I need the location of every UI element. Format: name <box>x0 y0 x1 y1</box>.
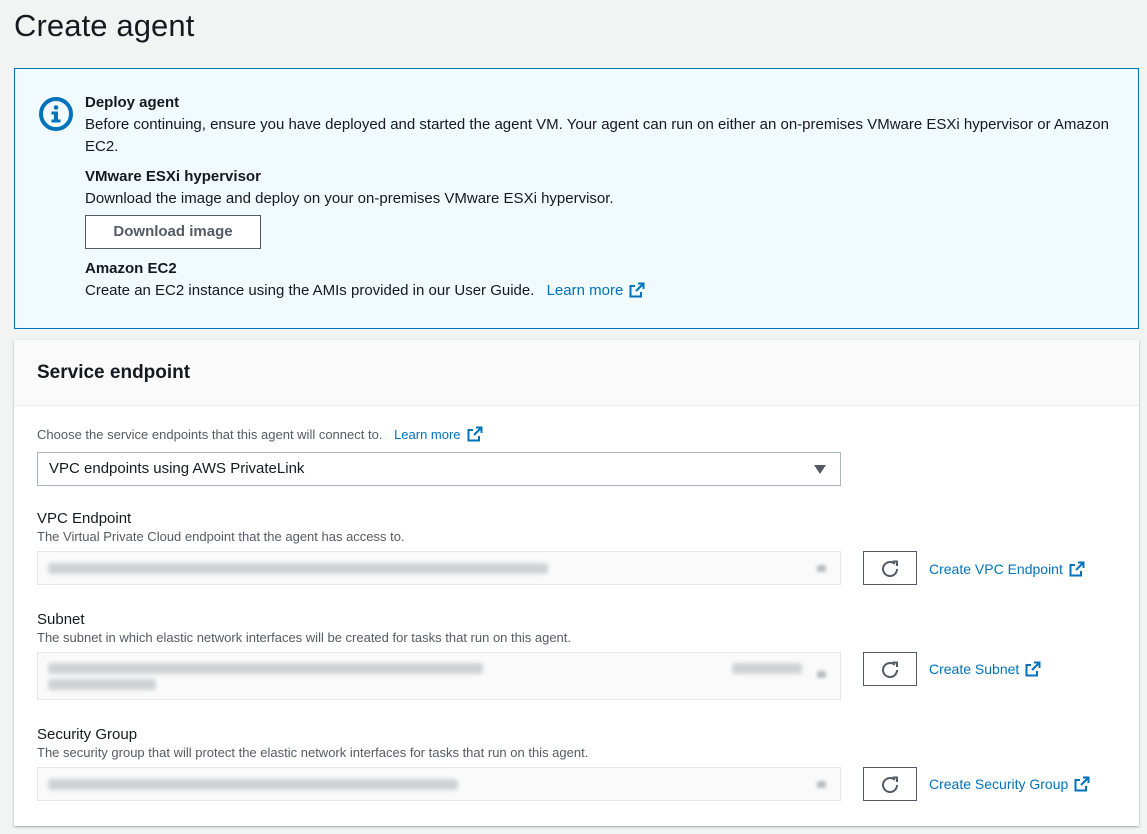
create-vpc-endpoint-label: Create VPC Endpoint <box>929 561 1063 577</box>
refresh-subnet-button[interactable] <box>863 652 917 686</box>
alert-text: Before continuing, ensure you have deplo… <box>85 116 1109 155</box>
ec2-learn-more-label: Learn more <box>546 282 624 299</box>
create-security-group-link[interactable]: Create Security Group <box>929 776 1090 795</box>
create-subnet-label: Create Subnet <box>929 661 1020 677</box>
subnet-description: The subnet in which elastic network inte… <box>37 630 571 645</box>
create-subnet-link[interactable]: Create Subnet <box>929 661 1041 680</box>
endpoint-learn-more-label: Learn more <box>394 427 461 442</box>
redacted-value <box>48 779 458 790</box>
service-endpoint-panel: Service endpoint Choose the service endp… <box>14 340 1139 826</box>
refresh-security-group-button[interactable] <box>863 767 917 801</box>
subnet-label: Subnet <box>37 611 85 628</box>
info-icon <box>38 96 74 132</box>
create-security-group-label: Create Security Group <box>929 776 1069 792</box>
redacted-value <box>48 663 483 674</box>
external-link-icon <box>1074 776 1090 795</box>
endpoint-hint-row: Choose the service endpoints that this a… <box>37 426 483 445</box>
service-endpoint-value: VPC endpoints using AWS PrivateLink <box>49 460 305 477</box>
redacted-value <box>732 663 802 674</box>
caret-down-icon <box>817 671 826 678</box>
subnet-select[interactable] <box>37 652 841 700</box>
endpoint-hint: Choose the service endpoints that this a… <box>37 427 383 442</box>
download-image-button[interactable]: Download image <box>85 215 261 249</box>
service-endpoint-select[interactable]: VPC endpoints using AWS PrivateLink <box>37 452 841 486</box>
ec2-heading: Amazon EC2 <box>85 260 177 277</box>
refresh-icon <box>882 776 898 793</box>
external-link-icon <box>629 282 645 305</box>
external-link-icon <box>1069 561 1085 580</box>
create-vpc-endpoint-link[interactable]: Create VPC Endpoint <box>929 561 1085 580</box>
ec2-learn-more-link[interactable]: Learn more <box>547 282 646 299</box>
ec2-text-row: Create an EC2 instance using the AMIs pr… <box>85 280 1124 305</box>
vmware-heading: VMware ESXi hypervisor <box>85 168 261 185</box>
security-group-description: The security group that will protect the… <box>37 745 589 760</box>
ec2-text: Create an EC2 instance using the AMIs pr… <box>85 282 535 299</box>
redacted-value <box>48 679 156 690</box>
redacted-value <box>48 563 548 574</box>
security-group-label: Security Group <box>37 726 138 743</box>
caret-down-icon <box>817 565 826 572</box>
panel-header: Service endpoint <box>14 340 1139 406</box>
refresh-vpc-endpoint-button[interactable] <box>863 551 917 585</box>
vpc-endpoint-label: VPC Endpoint <box>37 510 132 527</box>
vpc-endpoint-description: The Virtual Private Cloud endpoint that … <box>37 529 405 544</box>
page-title: Create agent <box>14 8 195 43</box>
caret-down-icon <box>817 781 826 788</box>
endpoint-learn-more-link[interactable]: Learn more <box>394 426 483 445</box>
vpc-endpoint-select[interactable] <box>37 551 841 585</box>
external-link-icon <box>1025 661 1041 680</box>
deploy-agent-alert: Deploy agent Before continuing, ensure y… <box>14 68 1139 329</box>
panel-title: Service endpoint <box>37 362 191 383</box>
refresh-icon <box>882 560 898 577</box>
caret-down-icon <box>814 465 826 474</box>
external-link-icon <box>467 426 483 445</box>
alert-heading: Deploy agent <box>85 94 180 111</box>
vmware-text: Download the image and deploy on your on… <box>85 190 614 207</box>
security-group-select[interactable] <box>37 767 841 801</box>
refresh-icon <box>882 661 898 678</box>
